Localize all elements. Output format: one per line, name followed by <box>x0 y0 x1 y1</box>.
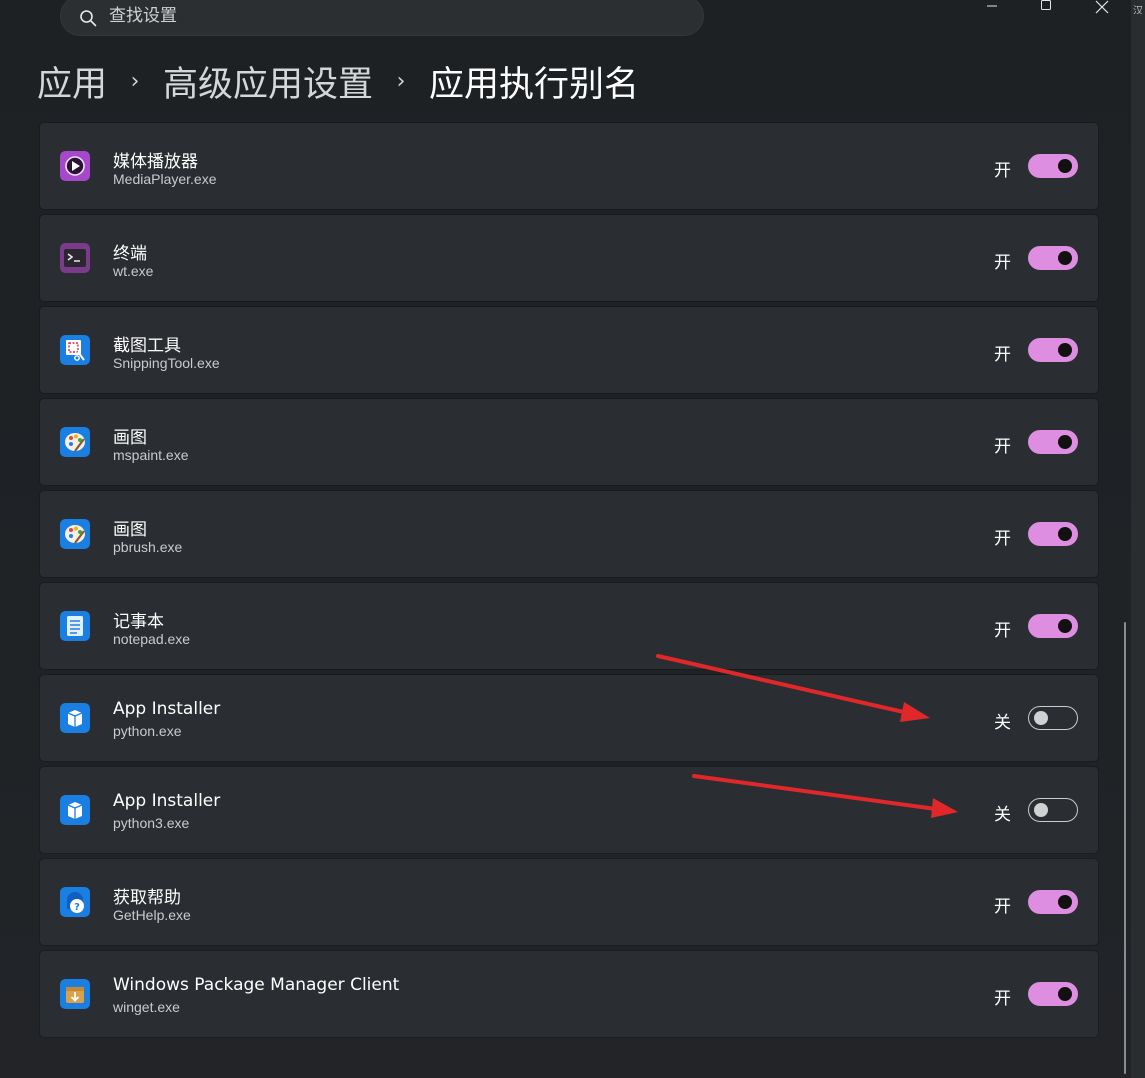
paint-icon <box>60 427 90 457</box>
toggle-knob <box>1058 895 1072 909</box>
toggle-knob <box>1058 435 1072 449</box>
toggle-knob <box>1034 803 1048 817</box>
page-title: 应用执行别名 <box>429 64 640 105</box>
alias-app-name: 媒体播放器 <box>113 152 198 172</box>
alias-row-notepad: 记事本 notepad.exe 开 <box>40 583 1098 669</box>
alias-row-mspaint: 画图 mspaint.exe 开 <box>40 399 1098 485</box>
toggle-knob <box>1034 711 1048 725</box>
alias-toggle-winget[interactable] <box>1028 982 1078 1006</box>
alias-exe-name: MediaPlayer.exe <box>113 171 217 187</box>
alias-app-name: 终端 <box>113 244 147 264</box>
alias-exe-name: GetHelp.exe <box>113 907 191 923</box>
toggle-knob <box>1058 619 1072 633</box>
paint-icon <box>60 519 90 549</box>
alias-toggle-gethelp[interactable] <box>1028 890 1078 914</box>
toggle-state-label: 关 <box>994 713 1011 733</box>
toggle-state-label: 开 <box>994 345 1011 365</box>
toggle-knob <box>1058 159 1072 173</box>
maximize-icon <box>1041 0 1051 10</box>
alias-exe-name: winget.exe <box>113 999 180 1015</box>
close-icon <box>1095 0 1109 14</box>
alias-exe-name: python3.exe <box>113 815 190 831</box>
breadcrumb: 应用 › 高级应用设置 › 应用执行别名 <box>37 56 639 106</box>
alias-exe-name: wt.exe <box>113 263 154 279</box>
toggle-knob <box>1058 527 1072 541</box>
close-button[interactable] <box>1079 0 1125 16</box>
alias-row-pbrush: 画图 pbrush.exe 开 <box>40 491 1098 577</box>
alias-toggle-mediaplayer[interactable] <box>1028 154 1078 178</box>
adjacent-window-edge: 汉 <box>1131 0 1145 1078</box>
package-manager-icon <box>60 979 90 1009</box>
alias-toggle-notepad[interactable] <box>1028 614 1078 638</box>
search-icon <box>80 10 97 27</box>
toggle-state-label: 开 <box>994 989 1011 1009</box>
search-input[interactable] <box>109 3 669 29</box>
alias-row-terminal: 终端 wt.exe 开 <box>40 215 1098 301</box>
toggle-knob <box>1058 987 1072 1001</box>
toggle-state-label: 开 <box>994 253 1011 273</box>
alias-app-name: 记事本 <box>113 612 164 632</box>
alias-exe-name: python.exe <box>113 723 182 739</box>
app-installer-icon <box>60 703 90 733</box>
snipping-tool-icon <box>60 335 90 365</box>
toggle-state-label: 开 <box>994 897 1011 917</box>
app-installer-icon <box>60 795 90 825</box>
alias-row-gethelp: ? 获取帮助 GetHelp.exe 开 <box>40 859 1098 945</box>
alias-toggle-terminal[interactable] <box>1028 246 1078 270</box>
breadcrumb-item-apps[interactable]: 应用 <box>37 56 107 107</box>
toggle-state-label: 关 <box>994 805 1011 825</box>
get-help-icon: ? <box>60 887 90 917</box>
breadcrumb-separator: › <box>130 68 140 94</box>
alias-exe-name: SnippingTool.exe <box>113 355 220 371</box>
toggle-knob <box>1058 251 1072 265</box>
maximize-button[interactable] <box>1023 0 1069 16</box>
alias-app-name: 获取帮助 <box>113 888 181 908</box>
adjacent-window-text: 汉 <box>1133 6 1143 14</box>
alias-app-name: 截图工具 <box>113 336 181 356</box>
alias-exe-name: mspaint.exe <box>113 447 189 463</box>
scrollbar[interactable] <box>1124 622 1126 1074</box>
breadcrumb-item-advanced-app-settings[interactable]: 高级应用设置 <box>163 56 373 107</box>
alias-app-name: App Installer <box>113 791 221 811</box>
alias-toggle-python3[interactable] <box>1028 798 1078 822</box>
toggle-state-label: 开 <box>994 161 1011 181</box>
alias-toggle-python[interactable] <box>1028 706 1078 730</box>
alias-row-snippingtool: 截图工具 SnippingTool.exe 开 <box>40 307 1098 393</box>
media-player-icon <box>60 151 90 181</box>
toggle-state-label: 开 <box>994 621 1011 641</box>
alias-exe-name: notepad.exe <box>113 631 191 647</box>
alias-row-mediaplayer: 媒体播放器 MediaPlayer.exe 开 <box>40 123 1098 209</box>
toggle-state-label: 开 <box>994 437 1011 457</box>
alias-row-python3: App Installer python3.exe 关 <box>40 767 1098 853</box>
search-box[interactable] <box>60 0 704 36</box>
alias-toggle-pbrush[interactable] <box>1028 522 1078 546</box>
alias-toggle-mspaint[interactable] <box>1028 430 1078 454</box>
notepad-icon <box>60 611 90 641</box>
breadcrumb-separator: › <box>396 68 406 94</box>
alias-exe-name: pbrush.exe <box>113 539 183 555</box>
toggle-state-label: 开 <box>994 529 1011 549</box>
minimize-icon <box>987 5 997 7</box>
svg-text:?: ? <box>74 902 80 913</box>
alias-list: 媒体播放器 MediaPlayer.exe 开 终端 wt.exe 开 截图工具… <box>40 123 1098 1043</box>
alias-row-python: App Installer python.exe 关 <box>40 675 1098 761</box>
alias-app-name: 画图 <box>113 520 147 540</box>
alias-app-name: App Installer <box>113 699 221 719</box>
alias-toggle-snippingtool[interactable] <box>1028 338 1078 362</box>
toggle-knob <box>1058 343 1072 357</box>
terminal-icon <box>60 243 90 273</box>
alias-app-name: 画图 <box>113 428 147 448</box>
minimize-button[interactable] <box>969 0 1015 16</box>
alias-app-name: Windows Package Manager Client <box>113 975 400 995</box>
alias-row-winget: Windows Package Manager Client winget.ex… <box>40 951 1098 1037</box>
